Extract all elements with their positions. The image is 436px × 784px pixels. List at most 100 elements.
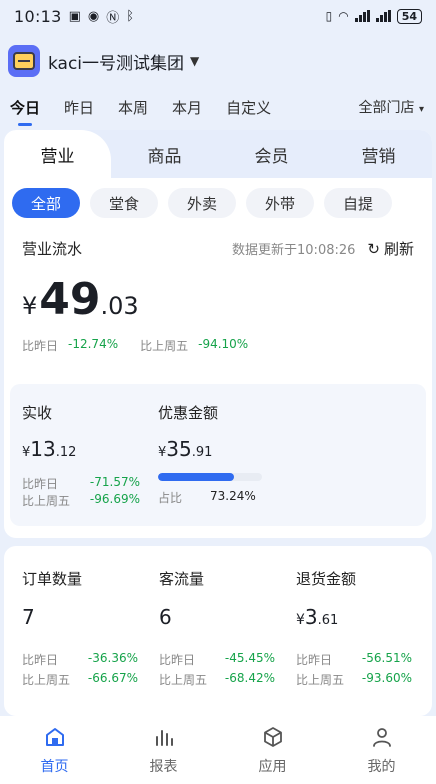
breakdown-box: 实收 ¥13.12 比昨日 -71.57% 比上周五 -96.69% 优惠金额 ¥3… xyxy=(10,384,426,526)
cmp-label: 比昨日 xyxy=(22,477,59,491)
stat-orders: 订单数量 7 比昨日 -36.36% 比上周五 -66.67% xyxy=(22,568,138,691)
stat-value: ¥3.61 xyxy=(296,605,412,629)
amount-dec: .03 xyxy=(100,292,139,320)
status-time: 10:13 xyxy=(14,6,62,26)
chip-all[interactable]: 全部 xyxy=(12,188,80,218)
org-header[interactable]: kaci一号测试集团 ▼ xyxy=(0,32,436,90)
flow-title: 营业流水 xyxy=(22,239,83,258)
tab-apps[interactable]: 应用 xyxy=(218,716,327,784)
received-section: 实收 ¥13.12 比昨日 -71.57% 比上周五 -96.69% xyxy=(22,402,140,509)
chip-pickup[interactable]: 自提 xyxy=(324,188,392,218)
cmp-label: 比昨日 xyxy=(159,653,196,667)
received-cmp-day: 比昨日 -71.57% xyxy=(22,475,140,492)
chevron-down-icon: ▾ xyxy=(418,104,424,115)
stat-title: 退货金额 xyxy=(296,570,357,588)
tab-label: 报表 xyxy=(149,759,178,775)
tab-marketing[interactable]: 营销 xyxy=(325,130,432,178)
tab-this-month[interactable]: 本月 xyxy=(172,97,202,118)
cube-icon xyxy=(260,724,286,750)
refresh-button[interactable]: ↻ 刷新 xyxy=(367,238,414,259)
cmp-week-label: 比上周五 xyxy=(140,339,189,353)
tab-business[interactable]: 营业 xyxy=(4,130,111,178)
ratio-label: 占比 xyxy=(158,491,183,505)
amount-dec: .91 xyxy=(191,445,213,460)
stat-cmp-day: 比昨日 -56.51% xyxy=(296,651,412,668)
value-dec: .61 xyxy=(317,613,339,628)
bottom-tab-bar: 首页 报表 应用 我的 xyxy=(0,716,436,784)
flow-header: 营业流水 数据更新于10:08:26 ↻ 刷新 xyxy=(4,236,432,260)
received-cmp-week: 比上周五 -96.69% xyxy=(22,492,140,509)
stat-title: 客流量 xyxy=(159,570,205,588)
amount-int: 13 xyxy=(30,437,56,461)
stat-cmp-week: 比上周五 -66.67% xyxy=(22,671,138,688)
chip-takeout[interactable]: 外带 xyxy=(246,188,314,218)
stat-cmp-day: 比昨日 -45.45% xyxy=(159,651,275,668)
cmp-label: 比昨日 xyxy=(22,653,59,667)
cmp-label: 比上周五 xyxy=(22,494,71,508)
update-info: 数据更新于10:08:26 ↻ 刷新 xyxy=(232,238,414,259)
business-card: 营业 商品 会员 营销 全部 堂食 外卖 外带 自提 营业流水 数据更新于10:… xyxy=(4,130,432,538)
update-time: 数据更新于10:08:26 xyxy=(232,242,356,258)
app-notification-icon: ▣ xyxy=(68,8,81,24)
amount-int: 49 xyxy=(39,274,101,325)
discount-ratio: 占比 73.24% xyxy=(158,489,298,506)
bluetooth-icon: ᛒ xyxy=(126,8,135,24)
tab-home[interactable]: 首页 xyxy=(0,716,109,784)
flow-amount: ¥ 49 .03 xyxy=(4,274,432,325)
eye-icon: ◉ xyxy=(87,8,100,24)
tab-today[interactable]: 今日 xyxy=(10,97,40,118)
chart-icon xyxy=(151,724,177,750)
discount-progress xyxy=(158,473,262,481)
signal-icon-2 xyxy=(375,10,391,22)
signal-icon xyxy=(354,10,370,22)
cmp-value: -66.67% xyxy=(87,671,138,685)
tab-label: 应用 xyxy=(258,759,287,775)
discount-amount: ¥35.91 xyxy=(158,437,298,461)
currency-symbol: ¥ xyxy=(22,292,38,320)
cmp-label: 比上周五 xyxy=(296,673,345,687)
ratio-value: 73.24% xyxy=(210,489,256,503)
stat-cmp-week: 比上周五 -68.42% xyxy=(159,671,275,688)
store-filter-label: 全部门店 xyxy=(358,100,415,116)
tab-yesterday[interactable]: 昨日 xyxy=(64,97,94,118)
stat-value: 7 xyxy=(22,605,138,629)
status-bar: 10:13 ▣ ◉ Ⓝ ᛒ ▯ ◠ 54 xyxy=(0,0,436,32)
tab-this-week[interactable]: 本周 xyxy=(118,97,148,118)
store-icon xyxy=(8,45,40,77)
tab-goods[interactable]: 商品 xyxy=(111,130,218,178)
stat-cmp-day: 比昨日 -36.36% xyxy=(22,651,138,668)
cmp-day-value: -12.74% xyxy=(68,337,119,351)
home-icon xyxy=(42,724,68,750)
cmp-label: 比昨日 xyxy=(296,653,333,667)
biz-tabs: 营业 商品 会员 营销 xyxy=(4,130,432,178)
cmp-value: -36.36% xyxy=(87,651,138,665)
store-filter[interactable]: 全部门店 ▾ xyxy=(359,97,424,117)
refresh-label: 刷新 xyxy=(383,239,414,258)
cmp-value: -68.42% xyxy=(224,671,275,685)
refresh-icon: ↻ xyxy=(367,239,380,258)
vibrate-icon: ▯ xyxy=(325,9,333,23)
cmp-value: -45.45% xyxy=(224,651,275,665)
chip-delivery[interactable]: 外卖 xyxy=(168,188,236,218)
tab-reports[interactable]: 报表 xyxy=(109,716,218,784)
stat-value: 6 xyxy=(159,605,275,629)
tab-members[interactable]: 会员 xyxy=(218,130,325,178)
cmp-value: -93.60% xyxy=(361,671,412,685)
discount-section: 优惠金额 ¥35.91 占比 73.24% xyxy=(158,402,298,506)
chevron-down-icon: ▼ xyxy=(190,54,200,68)
chip-dine-in[interactable]: 堂食 xyxy=(90,188,158,218)
cmp-week-value: -94.10% xyxy=(198,337,249,351)
org-name: kaci一号测试集团 xyxy=(48,53,185,74)
period-tabs: 今日 昨日 本周 本月 自定义 全部门店 ▾ xyxy=(0,90,436,124)
stat-cmp-week: 比上周五 -93.60% xyxy=(296,671,412,688)
value-int: 3 xyxy=(304,605,318,629)
tab-mine[interactable]: 我的 xyxy=(327,716,436,784)
amount-dec: .12 xyxy=(55,445,77,460)
discount-title: 优惠金额 xyxy=(158,404,219,422)
cmp-label: 比上周五 xyxy=(159,673,208,687)
amount-int: 35 xyxy=(166,437,192,461)
battery-icon: 54 xyxy=(396,8,422,24)
tab-custom[interactable]: 自定义 xyxy=(226,97,271,118)
value-int: 6 xyxy=(159,605,172,629)
flow-compare: 比昨日 -12.74% 比上周五 -94.10% xyxy=(4,337,432,354)
